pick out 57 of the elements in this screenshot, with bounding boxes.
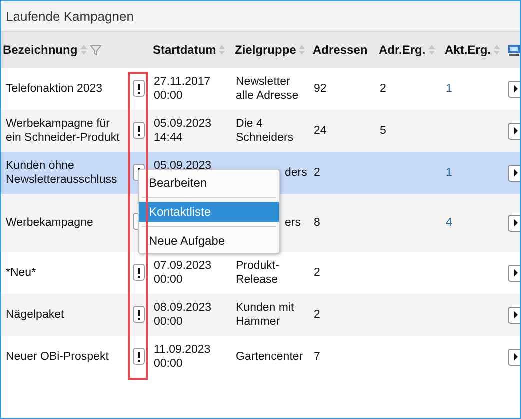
alert-button[interactable] — [133, 264, 145, 282]
table-cell: 27.11.2017 00:00 — [154, 76, 211, 102]
exclamation-icon — [136, 352, 142, 362]
table-cell: *Neu* — [6, 267, 36, 279]
table-cell: Werbekampagne für ein Schneider-Produkt — [6, 118, 120, 144]
table-cell: ers — [285, 217, 301, 229]
menu-item[interactable]: Bearbeiten — [139, 173, 279, 193]
table-cell: 05.09.2023 14:44 — [154, 118, 212, 144]
table-cell: 92 — [314, 83, 327, 95]
table-cell: 2 — [380, 83, 386, 95]
table-cell: Telefonaktion 2023 — [6, 83, 103, 95]
table-cell: 7 — [314, 351, 320, 363]
table-cell: 2 — [314, 309, 320, 321]
alert-button[interactable] — [133, 80, 145, 98]
exclamation-icon — [136, 268, 142, 278]
open-button[interactable] — [508, 122, 520, 140]
table-cell: 05.09.2023 — [154, 160, 212, 172]
table-cell: 5 — [380, 125, 386, 137]
table-cell: Newsletter alle Adresse — [236, 76, 299, 102]
alert-button[interactable] — [133, 122, 145, 140]
table-cell: 07.09.2023 00:00 — [154, 260, 212, 286]
exclamation-icon — [136, 84, 142, 94]
open-button[interactable] — [508, 348, 520, 366]
panel-title: Laufende Kampagnen — [6, 8, 134, 24]
table-cell: Die 4 Schneiders — [236, 118, 294, 144]
open-button[interactable] — [508, 306, 520, 324]
table-cell: Werbekampagne — [6, 217, 94, 229]
table-cell: 8 — [314, 217, 320, 229]
play-icon — [513, 127, 519, 135]
table-cell: Kunden mit Hammer — [236, 302, 294, 328]
play-icon — [513, 85, 519, 93]
exclamation-icon — [136, 310, 142, 320]
play-icon — [513, 353, 519, 361]
table-cell: 2 — [314, 267, 320, 279]
open-button[interactable] — [508, 264, 520, 282]
exclamation-icon — [136, 126, 142, 136]
play-icon — [513, 269, 519, 277]
table-cell: 11.09.2023 00:00 — [154, 344, 211, 370]
table-cell: Kunden ohne Newsletterausschluss — [6, 160, 118, 186]
table-cell: Neuer OBi-Prospekt — [6, 351, 109, 363]
table-cell: 08.09.2023 00:00 — [154, 302, 212, 328]
alert-button[interactable] — [133, 306, 145, 324]
table-cell: ders — [285, 167, 308, 179]
table-cell: Nägelpaket — [6, 309, 64, 321]
export-icon[interactable] — [507, 43, 520, 58]
table-cell: 2 — [314, 167, 320, 179]
alert-button[interactable] — [133, 348, 145, 366]
play-icon — [513, 169, 519, 177]
play-icon — [513, 219, 519, 227]
play-icon — [513, 311, 519, 319]
table-cell: Gartencenter — [236, 351, 304, 363]
table-cell: Produkt-Release — [236, 260, 280, 286]
menu-item[interactable]: Neue Aufgabe — [139, 231, 279, 251]
open-button[interactable] — [508, 164, 520, 182]
open-button[interactable] — [508, 214, 520, 232]
table-cell: 24 — [314, 125, 327, 137]
open-button[interactable] — [508, 80, 520, 98]
